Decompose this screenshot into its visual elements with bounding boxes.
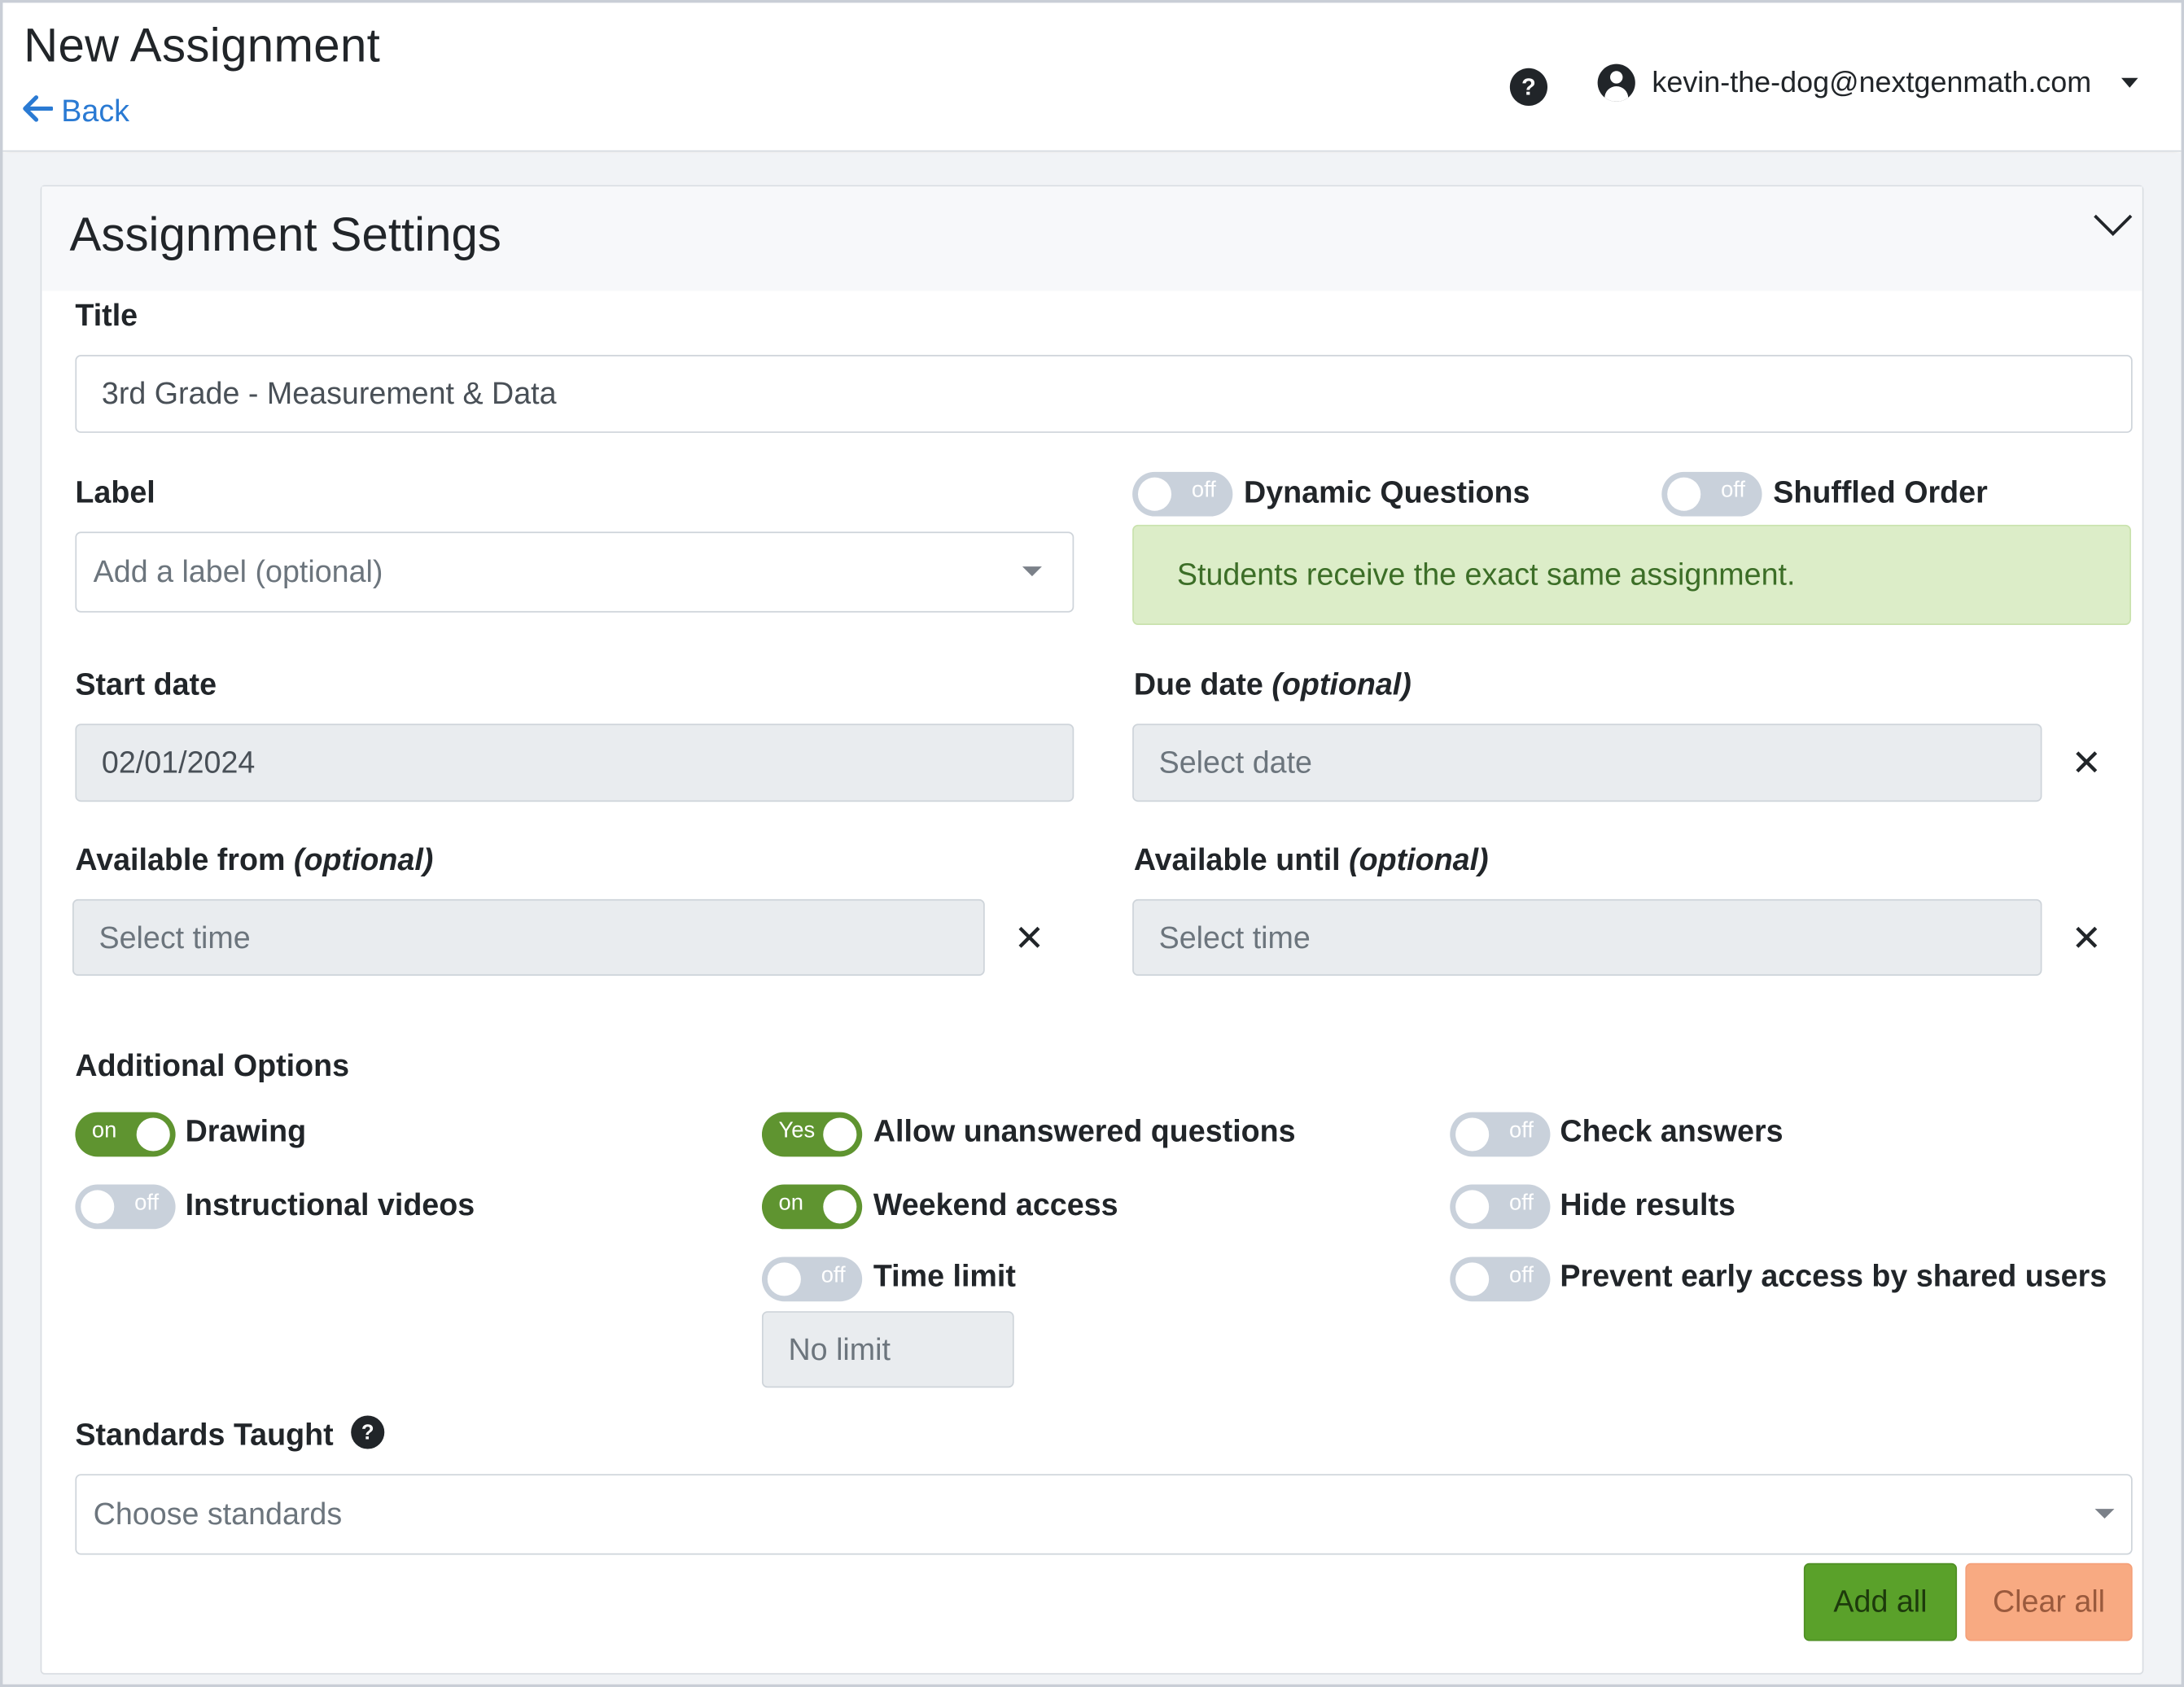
dynamic-questions-toggle[interactable]: off [1132, 471, 1233, 517]
user-avatar-icon [1597, 63, 1635, 102]
available-until-input[interactable]: Select time [1132, 898, 2042, 976]
due-date-label: Due date (optional) [1133, 666, 1412, 702]
title-value: 3rd Grade - Measurement & Data [101, 375, 557, 411]
toggle-state: off [134, 1191, 160, 1216]
due-date-input[interactable]: Select date [1132, 723, 2042, 802]
clear-due-date-icon[interactable]: ✕ [2070, 745, 2103, 780]
available-until-label: Available until (optional) [1133, 841, 1489, 877]
hide-results-label: Hide results [1560, 1187, 1735, 1222]
info-alert: Students receive the exact same assignme… [1132, 524, 2131, 625]
hide-results-toggle[interactable]: off [1450, 1184, 1551, 1230]
label-placeholder: Add a label (optional) [93, 553, 383, 589]
available-from-input[interactable]: Select time [72, 898, 985, 976]
back-link[interactable]: Back [22, 94, 129, 129]
start-date-input[interactable]: 02/01/2024 [75, 723, 1074, 802]
weekend-access-toggle[interactable]: on [761, 1184, 863, 1230]
available-from-label: Available from (optional) [75, 841, 434, 877]
additional-options-heading: Additional Options [75, 1047, 350, 1083]
due-date-placeholder: Select date [1158, 745, 1312, 780]
question-circle-icon[interactable]: ? [1509, 68, 1548, 106]
dropdown-caret-icon [2094, 1509, 2115, 1519]
clear-available-until-icon[interactable]: ✕ [2070, 920, 2103, 956]
time-limit-toggle[interactable]: off [761, 1257, 863, 1302]
toggle-state: off [1508, 1264, 1534, 1288]
top-header: New Assignment Back ? kevin-the-dog@next… [2, 2, 2182, 152]
question-circle-icon[interactable]: ? [351, 1415, 385, 1449]
toggle-state: off [1508, 1119, 1534, 1143]
available-from-placeholder: Select time [98, 919, 251, 955]
allow-unanswered-toggle[interactable]: Yes [761, 1112, 863, 1157]
back-label: Back [61, 93, 129, 129]
clear-all-button[interactable]: Clear all [1965, 1562, 2133, 1641]
dropdown-caret-icon [1022, 566, 1042, 577]
toggle-state: off [1191, 479, 1216, 503]
shuffled-order-label: Shuffled Order [1773, 474, 1988, 510]
toggle-state: on [91, 1119, 117, 1143]
prevent-early-access-label: Prevent early access by shared users [1560, 1258, 2107, 1293]
check-answers-toggle[interactable]: off [1450, 1112, 1551, 1157]
chevron-down-icon[interactable] [2092, 212, 2134, 239]
prevent-early-access-toggle[interactable]: off [1450, 1257, 1551, 1302]
time-limit-value: No limit [788, 1331, 891, 1366]
start-date-label: Start date [75, 666, 217, 702]
available-until-placeholder: Select time [1158, 919, 1311, 955]
arrow-left-icon [22, 94, 54, 129]
standards-label: Standards Taught [75, 1417, 334, 1452]
toggle-state: Yes [778, 1119, 816, 1143]
dynamic-questions-label: Dynamic Questions [1244, 474, 1530, 510]
shuffled-order-toggle[interactable]: off [1661, 471, 1762, 517]
drawing-label: Drawing [185, 1113, 307, 1149]
weekend-access-label: Weekend access [873, 1187, 1118, 1222]
time-limit-label: Time limit [873, 1258, 1016, 1293]
title-label: Title [75, 298, 138, 333]
title-input[interactable]: 3rd Grade - Measurement & Data [75, 355, 2133, 433]
label-label: Label [75, 474, 155, 510]
toggle-state: off [1508, 1191, 1534, 1216]
label-select[interactable]: Add a label (optional) [75, 531, 1074, 613]
standards-select[interactable]: Choose standards [75, 1474, 2133, 1555]
time-limit-input[interactable]: No limit [761, 1311, 1014, 1388]
card-header[interactable]: Assignment Settings [42, 186, 2142, 291]
instructional-videos-toggle[interactable]: off [75, 1184, 176, 1230]
allow-unanswered-label: Allow unanswered questions [873, 1113, 1296, 1149]
toggle-state: off [1721, 479, 1746, 503]
standards-placeholder: Choose standards [93, 1496, 343, 1532]
check-answers-label: Check answers [1560, 1113, 1784, 1149]
page-title: New Assignment [24, 19, 381, 72]
clear-available-from-icon[interactable]: ✕ [1013, 920, 1046, 956]
caret-down-icon [2121, 77, 2139, 88]
toggle-state: on [778, 1191, 803, 1216]
app-window: New Assignment Back ? kevin-the-dog@next… [0, 0, 2184, 1687]
card-title: Assignment Settings [69, 208, 501, 262]
user-menu[interactable]: kevin-the-dog@nextgenmath.com [1597, 63, 2139, 102]
user-email: kevin-the-dog@nextgenmath.com [1652, 66, 2092, 98]
add-all-button[interactable]: Add all [1803, 1562, 1958, 1641]
toggle-state: off [821, 1264, 846, 1288]
start-date-value: 02/01/2024 [101, 745, 256, 780]
drawing-toggle[interactable]: on [75, 1112, 176, 1157]
instructional-videos-label: Instructional videos [185, 1187, 475, 1222]
